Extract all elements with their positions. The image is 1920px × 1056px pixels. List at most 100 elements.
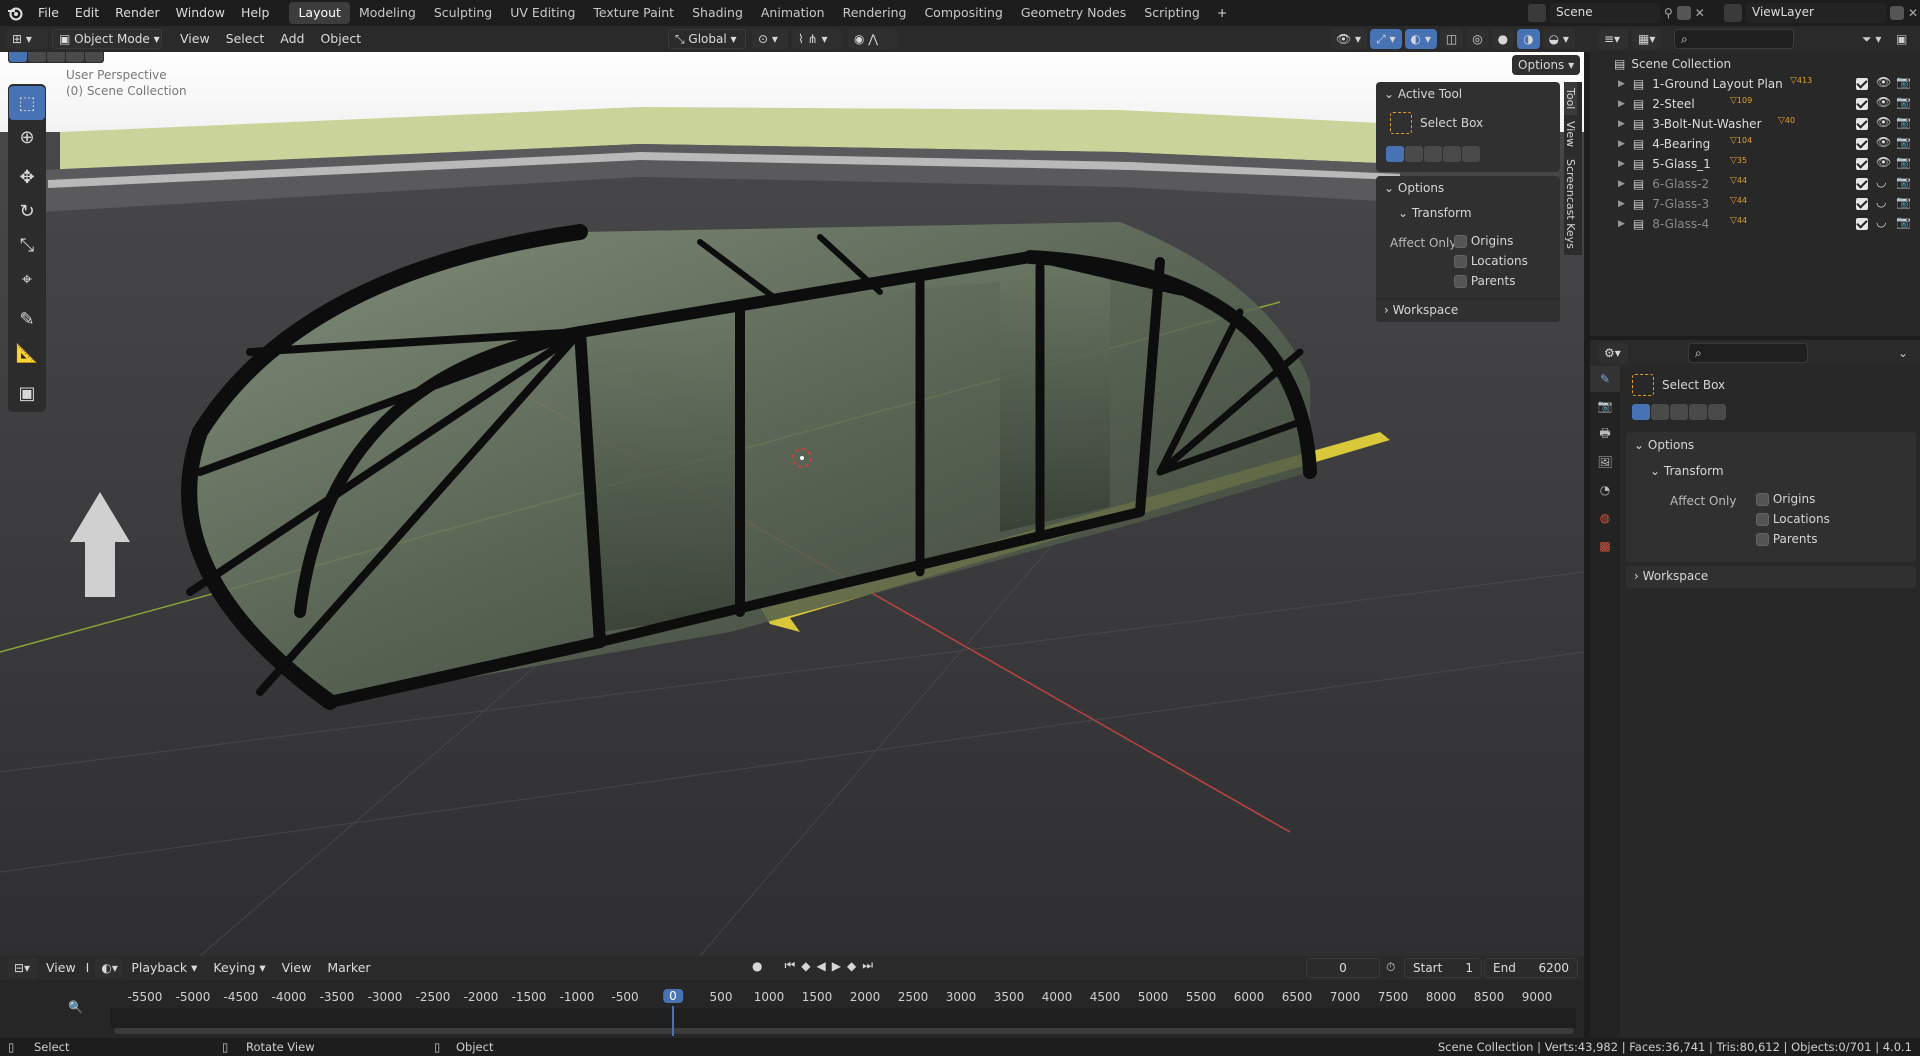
properties-search-input[interactable]: ⌕ [1688,343,1808,363]
options-header[interactable]: ⌄ Options [1384,181,1444,195]
current-frame-marker[interactable]: 0 [663,989,683,1003]
properties-options-icon[interactable]: ⌄ [1898,346,1908,360]
props-mode-intersect-icon[interactable] [1708,404,1726,420]
eye-icon[interactable]: 👁 [1876,75,1891,89]
tab-screencast-keys[interactable]: Screencast Keys [1564,153,1577,255]
select-invert-icon[interactable] [66,52,84,62]
viewport-menu-select[interactable]: Select [218,26,273,52]
render-tab-icon[interactable]: 📷 [1590,392,1620,420]
expand-arrow-icon[interactable]: ▶ [1618,159,1625,169]
tab-uv-editing[interactable]: UV Editing [501,2,584,24]
outliner-search-input[interactable]: ⌕ [1674,29,1794,49]
frame-ruler[interactable]: -5500 -5000 -4500 -4000 -3500 -3000 -2500 -2000… [0,989,1584,1006]
outliner-collection-row[interactable]: ▶ ▤ 1-Ground Layout Plan ▽413 👁 📷 [1590,74,1920,94]
mode-selector[interactable]: ▣ Object Mode ▾ [52,29,162,49]
scene-icon[interactable] [1528,4,1546,22]
exclude-checkbox[interactable] [1856,118,1868,130]
scene-selector[interactable]: Scene [1550,3,1660,23]
output-tab-icon[interactable]: 🖶 [1590,420,1620,448]
view-layer-tab-icon[interactable]: 🖼 [1590,448,1620,476]
workspace-header[interactable]: › Workspace [1376,298,1560,321]
shading-material-icon[interactable]: ◑ [1517,29,1540,49]
viewport-menu-add[interactable]: Add [272,26,312,52]
select-intersect-icon[interactable] [85,52,103,62]
mode-invert-icon[interactable] [1443,146,1461,162]
camera-render-icon[interactable]: 📷 [1896,135,1911,149]
outliner-display-mode[interactable]: ▦▾ [1632,29,1662,49]
jump-end-icon[interactable]: ⏭ [862,958,873,973]
eye-icon[interactable]: 👁 [1876,115,1891,129]
outliner-collection-row[interactable]: ▶ ▤ 5-Glass_1 ▽35 👁 📷 [1590,154,1920,174]
annotate-tool-icon[interactable]: ✎ [9,302,45,336]
outliner-collection-row[interactable]: ▶ ▤ 4-Bearing ▽104 👁 📷 [1590,134,1920,154]
outliner-collection-row[interactable]: ▶ ▤ 2-Steel ▽109 👁 📷 [1590,94,1920,114]
overlay-icon[interactable]: ◐ ▾ [1404,29,1437,49]
mode-intersect-icon[interactable] [1462,146,1480,162]
viewport-menu-object[interactable]: Object [312,26,369,52]
snap-button[interactable]: ⌇ ⋔ ▾ [792,29,842,49]
expand-arrow-icon[interactable]: ▶ [1618,99,1625,109]
delete-view-layer-icon[interactable]: ✕ [1908,6,1918,20]
affect-parents-checkbox[interactable]: Parents [1454,274,1516,288]
exclude-checkbox[interactable] [1856,158,1868,170]
menu-file[interactable]: File [30,0,67,26]
eye-icon[interactable]: 👁 [1876,135,1891,149]
eye-closed-icon[interactable]: ◡ [1876,215,1886,229]
timeline-editor-type[interactable]: ⊟▾ [8,958,38,978]
xray-icon[interactable]: ◫ [1439,29,1464,49]
properties-editor-type[interactable]: ⚙▾ [1598,343,1628,363]
texture-tab-icon[interactable]: ▩ [1590,532,1620,560]
shading-rendered-icon[interactable]: ◒ ▾ [1542,29,1575,49]
timeline-menu-view[interactable]: View [38,955,84,981]
jump-start-icon[interactable]: ⏮ [784,958,795,973]
outliner-collection-row[interactable]: ▶ ▤ 7-Glass-3 ▽44 ◡ 📷 [1590,194,1920,214]
view-layer-selector[interactable]: ViewLayer [1746,3,1886,23]
transform-header[interactable]: ⌄ Transform [1398,206,1472,220]
scale-tool-icon[interactable]: ⤡ [9,228,45,262]
pivot-point-button[interactable]: ⊙ ▾ [752,29,788,49]
camera-render-icon[interactable]: 📷 [1896,155,1911,169]
select-new-icon[interactable] [9,52,27,62]
expand-arrow-icon[interactable]: ▶ [1618,119,1625,129]
eye-icon[interactable]: 👁 [1876,95,1891,109]
transform-orientation-selector[interactable]: ⤡ Global ▾ [668,29,746,49]
timeline-menu-marker[interactable]: Marker [319,955,378,981]
visibility-icon[interactable]: 👁 ▾ [1330,29,1368,49]
expand-arrow-icon[interactable]: ▶ [1618,219,1625,229]
tab-compositing[interactable]: Compositing [915,2,1011,24]
preview-range-icon[interactable]: ⏱ [1386,960,1395,975]
expand-arrow-icon[interactable]: ▶ [1618,199,1625,209]
mode-subtract-icon[interactable] [1424,146,1442,162]
camera-render-icon[interactable]: 📷 [1896,95,1911,109]
camera-render-icon[interactable]: 📷 [1896,75,1911,89]
filter-icon[interactable]: ⏷ ▾ [1862,32,1881,47]
outliner-scene-collection[interactable]: ▤ Scene Collection [1590,54,1920,74]
proportional-edit-button[interactable]: ◉ ⋀ [848,29,898,49]
timeline-menu-keying[interactable]: Keying ▾ [205,955,273,981]
exclude-checkbox[interactable] [1856,198,1868,210]
select-subtract-icon[interactable] [47,52,65,62]
record-icon[interactable]: ● [752,959,762,973]
play-reverse-icon[interactable]: ◀ [817,959,826,973]
shading-solid-icon[interactable]: ● [1491,29,1515,49]
exclude-checkbox[interactable] [1856,78,1868,90]
props-transform-header[interactable]: ⌄ Transform [1650,464,1724,478]
outliner-collection-row[interactable]: ▶ ▤ 8-Glass-4 ▽44 ◡ 📷 [1590,214,1920,234]
new-scene-icon[interactable] [1676,6,1691,20]
affect-locations-checkbox[interactable]: Locations [1454,254,1528,268]
props-workspace-header[interactable]: › Workspace [1626,566,1916,588]
exclude-checkbox[interactable] [1856,178,1868,190]
start-frame-field[interactable]: Start 1 [1404,958,1482,978]
expand-arrow-icon[interactable]: ▶ [1618,139,1625,149]
tab-tool[interactable]: Tool [1564,82,1577,116]
add-workspace-button[interactable]: + [1209,0,1235,26]
cursor-tool-icon[interactable]: ⊕ [9,120,45,154]
tab-layout[interactable]: Layout [289,2,350,24]
menu-edit[interactable]: Edit [67,0,107,26]
world-tab-icon[interactable]: ◍ [1590,504,1620,532]
props-locations-checkbox[interactable]: Locations [1756,512,1830,526]
outliner-collection-row[interactable]: ▶ ▤ 3-Bolt-Nut-Washer ▽40 👁 📷 [1590,114,1920,134]
affect-origins-checkbox[interactable]: Origins [1454,234,1513,248]
tab-view[interactable]: View [1564,115,1577,153]
options-dropdown[interactable]: Options ▾ [1512,55,1581,75]
